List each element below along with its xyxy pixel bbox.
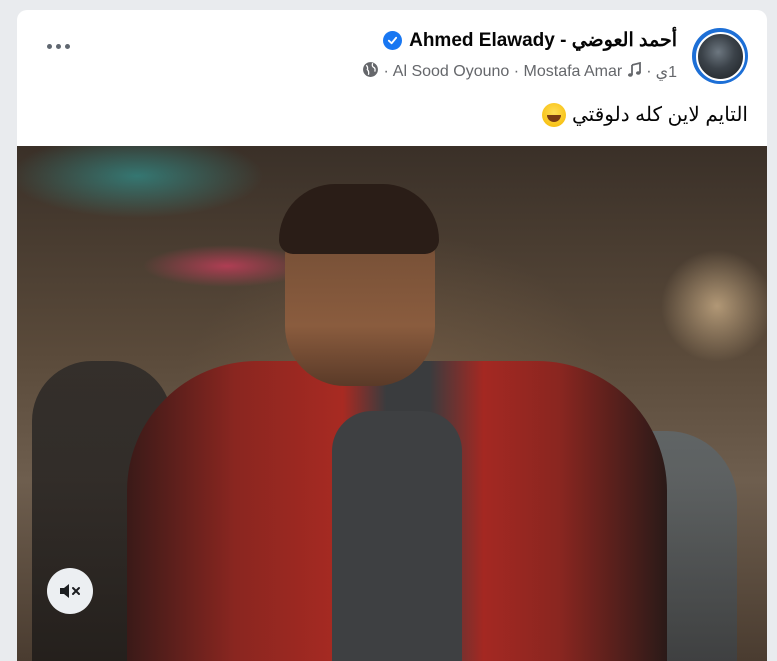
meta-separator: · — [383, 63, 389, 80]
music-note-icon — [626, 61, 642, 83]
post-header: Ahmed Elawady - أحمد العوضي 1ي · Al Sood… — [17, 10, 767, 86]
verified-badge-icon — [383, 31, 403, 50]
meta-separator: · — [646, 63, 652, 80]
post-card: Ahmed Elawady - أحمد العوضي 1ي · Al Sood… — [17, 10, 767, 661]
laughing-emoji-icon — [542, 102, 566, 127]
video-subject-hair — [279, 184, 439, 254]
more-options-icon[interactable] — [47, 44, 70, 49]
music-track[interactable]: Al Sood Oyouno · Mostafa Amar — [393, 63, 622, 81]
speaker-muted-icon — [60, 584, 80, 598]
globe-icon[interactable] — [362, 61, 379, 83]
author-name[interactable]: Ahmed Elawady - أحمد العوضي — [409, 29, 677, 52]
author-name-row: Ahmed Elawady - أحمد العوضي — [383, 29, 677, 52]
video-subject-shirt — [332, 411, 462, 661]
author-avatar[interactable] — [692, 28, 748, 84]
mute-toggle-button[interactable] — [47, 568, 93, 614]
avatar-image — [695, 31, 745, 81]
post-time[interactable]: 1ي — [656, 62, 677, 82]
caption-text: التايم لاين كله دلوقتي — [572, 104, 748, 126]
post-caption: التايم لاين كله دلوقتي — [542, 102, 748, 127]
post-meta: 1ي · Al Sood Oyouno · Mostafa Amar · — [358, 61, 677, 83]
post-video[interactable] — [17, 146, 767, 661]
